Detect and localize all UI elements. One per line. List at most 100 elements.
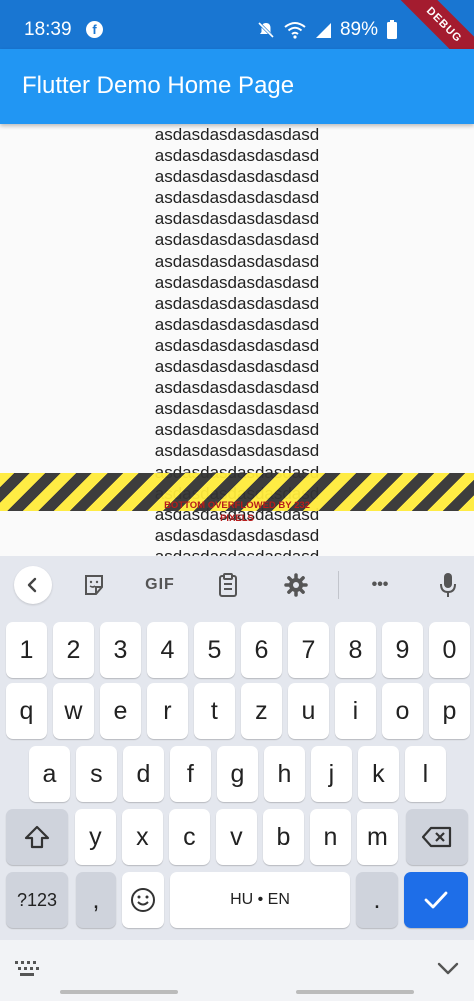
navigation-bar (0, 940, 474, 1001)
settings-icon[interactable] (278, 570, 314, 600)
key-label: c (183, 822, 196, 851)
key-t[interactable]: t (194, 683, 235, 739)
more-icon[interactable]: ••• (362, 570, 398, 600)
mute-icon (256, 20, 276, 40)
key-a[interactable]: a (29, 746, 70, 802)
status-bar: 18:39 f 89% DEBUG (0, 0, 474, 84)
key-b[interactable]: b (263, 809, 304, 865)
key-s[interactable]: s (76, 746, 117, 802)
key-j[interactable]: j (311, 746, 352, 802)
emoji-key[interactable] (122, 872, 164, 928)
key-c[interactable]: c (169, 809, 210, 865)
key-f[interactable]: f (170, 746, 211, 802)
text-line: asdasdasdasdasdasd (154, 399, 320, 419)
key-label: m (366, 822, 388, 851)
text-line: asdasdasdasdasdasd (154, 357, 320, 377)
microphone-icon[interactable] (430, 570, 466, 600)
key-k[interactable]: k (358, 746, 399, 802)
symbols-key-label: ?123 (16, 889, 58, 910)
toolbar-divider (338, 571, 339, 599)
chevron-down-icon[interactable] (436, 958, 460, 983)
keyboard-icon[interactable] (14, 960, 40, 983)
key-g[interactable]: g (217, 746, 258, 802)
symbols-key[interactable]: ?123 (6, 872, 68, 928)
key-2[interactable]: 2 (53, 622, 94, 678)
text-line: asdasdasdasdasdasd (154, 146, 320, 166)
key-label: f (186, 759, 194, 788)
home-indicator-right (296, 990, 414, 994)
key-label: 2 (66, 635, 81, 664)
wifi-icon (284, 21, 306, 39)
key-8[interactable]: 8 (335, 622, 376, 678)
key-e[interactable]: e (100, 683, 141, 739)
key-3[interactable]: 3 (100, 622, 141, 678)
key-label: k (372, 759, 385, 788)
clipboard-icon[interactable] (210, 570, 246, 600)
key-label: 3 (113, 635, 128, 664)
status-time: 18:39 (24, 19, 72, 40)
key-label: 9 (395, 635, 410, 664)
key-label: e (113, 696, 128, 725)
battery-percent: 89% (339, 19, 378, 40)
text-line: asdasdasdasdasdasd (154, 378, 320, 398)
key-m[interactable]: m (357, 809, 398, 865)
gif-button[interactable]: GIF (142, 570, 178, 600)
key-label: w (64, 696, 83, 725)
text-line: asdasdasdasdasdasd (154, 251, 320, 271)
home-indicator-left (60, 990, 178, 994)
key-x[interactable]: x (122, 809, 163, 865)
key-label: j (328, 759, 335, 788)
text-line: asdasdasdasdasdasd (154, 314, 320, 334)
enter-key[interactable] (404, 872, 468, 928)
key-label: r (163, 696, 172, 725)
key-1[interactable]: 1 (6, 622, 47, 678)
text-line: asdasdasdasdasdasd (154, 125, 320, 144)
text-line: asdasdasdasdasdasd (154, 272, 320, 292)
key-6[interactable]: 6 (241, 622, 282, 678)
key-9[interactable]: 9 (382, 622, 423, 678)
overflow-message: BOTTOM OVERFLOWED BY 232 PIXELS (164, 500, 310, 524)
space-key[interactable]: HU • EN (170, 872, 350, 928)
key-d[interactable]: d (123, 746, 164, 802)
key-w[interactable]: w (53, 683, 94, 739)
key-r[interactable]: r (147, 683, 188, 739)
key-n[interactable]: n (310, 809, 351, 865)
key-label: 0 (442, 635, 457, 664)
period-key[interactable]: . (356, 872, 398, 928)
key-4[interactable]: 4 (147, 622, 188, 678)
battery-icon (386, 20, 398, 40)
key-label: u (301, 696, 316, 725)
key-label: i (352, 696, 359, 725)
space-key-label: HU • EN (230, 891, 290, 908)
backspace-key[interactable] (406, 809, 468, 865)
key-u[interactable]: u (288, 683, 329, 739)
key-label: 8 (348, 635, 363, 664)
more-label: ••• (371, 576, 389, 593)
key-7[interactable]: 7 (288, 622, 329, 678)
key-0[interactable]: 0 (429, 622, 470, 678)
comma-key-label: , (92, 885, 100, 914)
shift-key[interactable] (6, 809, 68, 865)
key-y[interactable]: y (75, 809, 116, 865)
key-label: 7 (301, 635, 316, 664)
key-q[interactable]: q (6, 683, 47, 739)
period-key-label: . (373, 885, 381, 914)
key-l[interactable]: l (405, 746, 446, 802)
text-line: asdasdasdasdasdasd (154, 188, 320, 208)
key-label: o (395, 696, 410, 725)
text-line: asdasdasdasdasdasd (154, 209, 320, 229)
key-o[interactable]: o (382, 683, 423, 739)
key-label: 6 (254, 635, 269, 664)
back-icon[interactable] (14, 566, 52, 604)
comma-key[interactable]: , (76, 872, 116, 928)
key-p[interactable]: p (429, 683, 470, 739)
key-h[interactable]: h (264, 746, 305, 802)
key-5[interactable]: 5 (194, 622, 235, 678)
key-label: z (255, 696, 268, 725)
key-v[interactable]: v (216, 809, 257, 865)
key-label: x (136, 822, 149, 851)
sticker-icon[interactable] (76, 570, 112, 600)
key-i[interactable]: i (335, 683, 376, 739)
key-z[interactable]: z (241, 683, 282, 739)
text-line: asdasdasdasdasdasd (154, 525, 320, 545)
